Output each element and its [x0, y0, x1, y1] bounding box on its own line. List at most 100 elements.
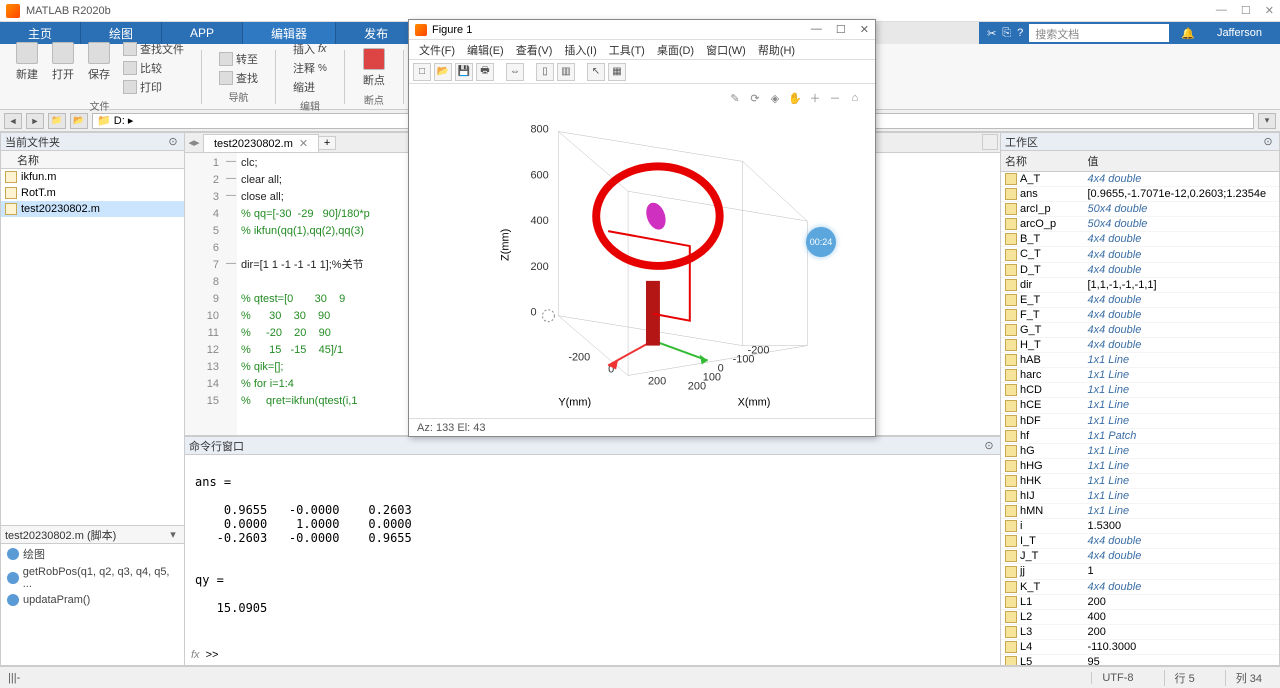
breakpoint-button[interactable]: 断点: [359, 46, 389, 90]
layout1-icon[interactable]: ▯: [536, 63, 554, 81]
workspace-row[interactable]: hDF1x1 Line: [1001, 413, 1279, 428]
workspace-row[interactable]: L4-110.3000: [1001, 639, 1279, 654]
fig-maximize-button[interactable]: ☐: [836, 23, 846, 36]
pan-icon[interactable]: ✋: [787, 90, 803, 106]
workspace-row[interactable]: L1200: [1001, 594, 1279, 609]
zoomin-icon[interactable]: ＋: [807, 90, 823, 106]
figure-menu-item[interactable]: 工具(T): [603, 40, 651, 60]
workspace-row[interactable]: arcO_p50x4 double: [1001, 217, 1279, 232]
workspace-row[interactable]: L2400: [1001, 609, 1279, 624]
workspace-row[interactable]: hHK1x1 Line: [1001, 473, 1279, 488]
add-tab-button[interactable]: +: [318, 136, 336, 150]
workspace-row[interactable]: hAB1x1 Line: [1001, 353, 1279, 368]
minimize-button[interactable]: —: [1216, 4, 1227, 17]
figure-menu-item[interactable]: 插入(I): [558, 40, 602, 60]
figure-titlebar[interactable]: Figure 1 — ☐ ✕: [409, 20, 875, 40]
save-icon[interactable]: 💾: [455, 63, 473, 81]
workspace-row[interactable]: i1.5300: [1001, 519, 1279, 534]
workspace-menu-icon[interactable]: ⊙: [1261, 135, 1275, 148]
findfiles-button[interactable]: 查找文件: [120, 40, 187, 58]
workspace-row[interactable]: hCE1x1 Line: [1001, 398, 1279, 413]
workspace-row[interactable]: hf1x1 Patch: [1001, 428, 1279, 443]
workspace-row[interactable]: ans[0.9655,-1.7071e-12,0.2603;1.2354e: [1001, 187, 1279, 202]
indent-button[interactable]: 缩进: [290, 78, 330, 96]
goto-button[interactable]: 转至: [216, 50, 261, 68]
ws-col-name[interactable]: 名称: [1001, 151, 1083, 172]
workspace-row[interactable]: jj1: [1001, 564, 1279, 579]
tab-nav-icon[interactable]: ◂▸: [185, 136, 203, 149]
figure-window[interactable]: Figure 1 — ☐ ✕ 文件(F)编辑(E)查看(V)插入(I)工具(T)…: [408, 19, 876, 437]
new-figure-icon[interactable]: □: [413, 63, 431, 81]
forward-button[interactable]: ►: [26, 113, 44, 129]
workspace-row[interactable]: hG1x1 Line: [1001, 443, 1279, 458]
workspace-row[interactable]: D_T4x4 double: [1001, 262, 1279, 277]
workspace-row[interactable]: F_T4x4 double: [1001, 307, 1279, 322]
figure-menu-item[interactable]: 文件(F): [413, 40, 461, 60]
workspace-row[interactable]: B_T4x4 double: [1001, 232, 1279, 247]
workspace-row[interactable]: K_T4x4 double: [1001, 579, 1279, 594]
figure-axes[interactable]: ✎ ⟳ ◈ ✋ ＋ － ⌂ 0200400600800 -200-1000100…: [409, 84, 875, 418]
qat-copy-icon[interactable]: ⎘: [1002, 27, 1011, 40]
workspace-row[interactable]: C_T4x4 double: [1001, 247, 1279, 262]
user-menu[interactable]: Jafferson: [1207, 27, 1272, 39]
rotate-icon[interactable]: ⟳: [747, 90, 763, 106]
workspace-row[interactable]: E_T4x4 double: [1001, 292, 1279, 307]
workspace-row[interactable]: hHG1x1 Line: [1001, 458, 1279, 473]
zoomout-icon[interactable]: －: [827, 90, 843, 106]
browse-icon[interactable]: 📂: [70, 113, 88, 129]
detail-item[interactable]: updataPram(): [1, 592, 184, 608]
file-item[interactable]: RotT.m: [1, 185, 184, 201]
detail-item[interactable]: getRobPos(q1, q2, q3, q4, q5, ...: [1, 564, 184, 592]
cmdwin-prompt[interactable]: fx >>: [185, 645, 1000, 665]
save-button[interactable]: 保存: [84, 40, 114, 96]
comment-button[interactable]: 注释 %: [290, 59, 330, 77]
panel-menu-icon[interactable]: ⊙: [166, 135, 180, 148]
grid-icon[interactable]: ▦: [608, 63, 626, 81]
recording-badge[interactable]: 00:24: [806, 227, 836, 257]
arrow-icon[interactable]: ↖: [587, 63, 605, 81]
brush-icon[interactable]: ✎: [727, 90, 743, 106]
close-tab-icon[interactable]: ✕: [299, 138, 308, 150]
path-dropdown[interactable]: ▾: [1258, 113, 1276, 129]
tab-publish[interactable]: 发布: [336, 22, 417, 44]
workspace-row[interactable]: hCD1x1 Line: [1001, 383, 1279, 398]
insert-button[interactable]: 插入 fx: [290, 40, 330, 58]
workspace-row[interactable]: L595: [1001, 655, 1279, 666]
print-icon[interactable]: 🖶: [476, 63, 494, 81]
fig-minimize-button[interactable]: —: [811, 23, 822, 36]
workspace-row[interactable]: harc1x1 Line: [1001, 368, 1279, 383]
figure-menu-item[interactable]: 编辑(E): [461, 40, 510, 60]
home-icon[interactable]: ⌂: [847, 90, 863, 106]
editor-tab[interactable]: test20230802.m✕: [203, 134, 319, 152]
cmdwin-menu-icon[interactable]: ⊙: [982, 439, 996, 452]
figure-menu-item[interactable]: 桌面(D): [651, 40, 700, 60]
workspace-row[interactable]: arcI_p50x4 double: [1001, 202, 1279, 217]
open-icon[interactable]: 📂: [434, 63, 452, 81]
find-button[interactable]: 查找: [216, 69, 261, 87]
maximize-button[interactable]: ☐: [1241, 4, 1251, 17]
details-dropdown[interactable]: ▾: [166, 528, 180, 541]
workspace-row[interactable]: A_T4x4 double: [1001, 172, 1279, 187]
cmdwin-output[interactable]: ans = 0.9655 -0.0000 0.2603 0.0000 1.000…: [185, 455, 1000, 645]
workspace-row[interactable]: H_T4x4 double: [1001, 338, 1279, 353]
detail-item[interactable]: 绘图: [1, 544, 184, 564]
link-icon[interactable]: ⇔: [506, 63, 524, 81]
workspace-table[interactable]: 名称 值 A_T4x4 doubleans[0.9655,-1.7071e-12…: [1001, 151, 1279, 665]
figure-menu-item[interactable]: 查看(V): [510, 40, 559, 60]
workspace-row[interactable]: hMN1x1 Line: [1001, 504, 1279, 519]
back-button[interactable]: ◄: [4, 113, 22, 129]
fx-icon[interactable]: fx: [191, 649, 200, 661]
workspace-row[interactable]: L3200: [1001, 624, 1279, 639]
print-button[interactable]: 打印: [120, 78, 187, 96]
figure-menu-item[interactable]: 窗口(W): [700, 40, 752, 60]
workspace-row[interactable]: G_T4x4 double: [1001, 322, 1279, 337]
ws-col-value[interactable]: 值: [1083, 151, 1279, 172]
qat-cut-icon[interactable]: ✂: [987, 27, 996, 40]
workspace-row[interactable]: I_T4x4 double: [1001, 534, 1279, 549]
encoding-indicator[interactable]: UTF-8: [1091, 672, 1143, 684]
close-button[interactable]: ✕: [1265, 4, 1274, 17]
compare-button[interactable]: 比较: [120, 59, 187, 77]
layout2-icon[interactable]: ▥: [557, 63, 575, 81]
file-item[interactable]: ikfun.m: [1, 169, 184, 185]
up-folder-icon[interactable]: 📁: [48, 113, 66, 129]
